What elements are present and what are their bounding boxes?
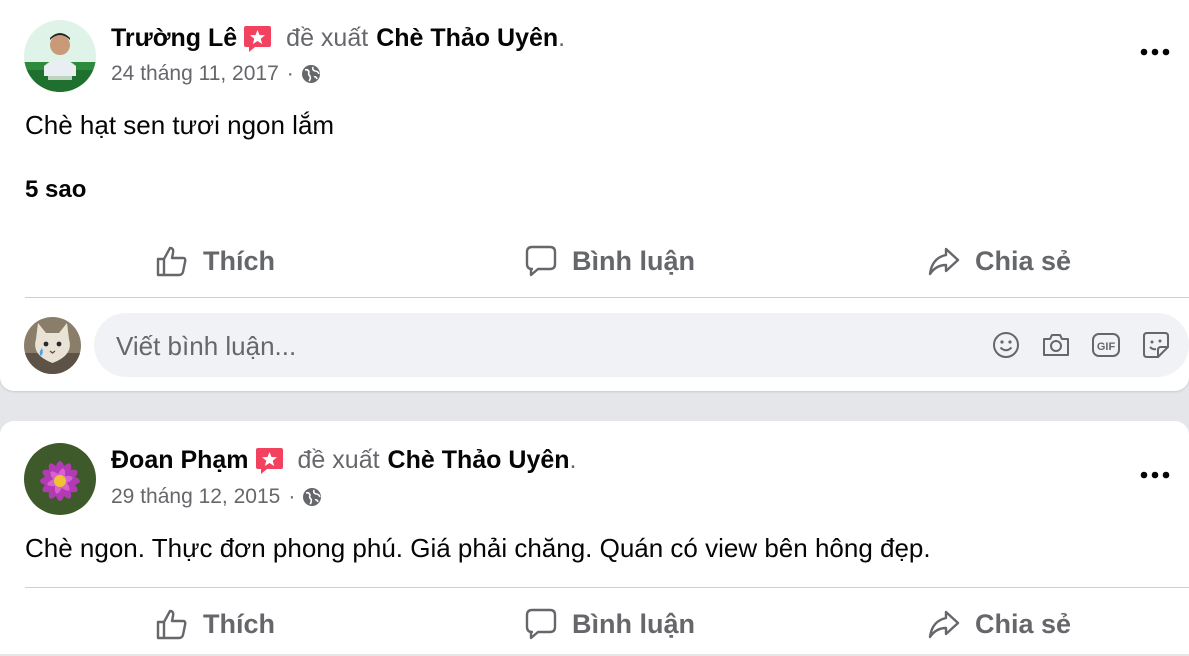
period: . xyxy=(558,23,566,52)
more-options-icon[interactable] xyxy=(1137,460,1173,490)
globe-icon xyxy=(303,488,322,506)
post-date[interactable]: 24 tháng 11, 2017 xyxy=(111,62,279,86)
like-label: Thích xyxy=(203,608,275,639)
comment-label: Bình luận xyxy=(572,608,695,639)
comment-button[interactable]: Bình luận xyxy=(524,229,695,293)
post-meta: 24 tháng 11, 2017 · xyxy=(111,60,321,88)
share-button[interactable]: Chia sẻ xyxy=(927,229,1071,293)
page-name-link[interactable]: Chè Thảo Uyên xyxy=(388,446,570,475)
meta-separator: · xyxy=(288,485,296,508)
post-date[interactable]: 29 tháng 12, 2015 xyxy=(111,485,280,509)
current-user-avatar[interactable] xyxy=(24,317,81,374)
thumbs-up-icon xyxy=(156,246,187,277)
recommend-text: đề xuất xyxy=(297,445,380,474)
sticker-icon[interactable] xyxy=(1140,329,1172,361)
period: . xyxy=(569,445,577,474)
post-body: Chè hạt sen tươi ngon lắm xyxy=(25,110,335,140)
page-name-link[interactable]: Chè Thảo Uyên xyxy=(376,24,558,53)
speech-bubble-icon xyxy=(525,608,557,640)
globe-icon xyxy=(301,65,320,83)
post-header: Đoan Phạm đề xuất Chè Thảo Uyên . xyxy=(111,443,576,477)
author-avatar[interactable] xyxy=(24,20,96,92)
camera-icon[interactable] xyxy=(1040,329,1072,361)
recommend-star-icon xyxy=(243,24,272,53)
post-meta: 29 tháng 12, 2015 · xyxy=(111,483,322,511)
share-arrow-icon xyxy=(928,247,960,276)
gif-icon[interactable]: GIF xyxy=(1090,329,1122,361)
divider xyxy=(25,297,1189,298)
emoji-icon[interactable] xyxy=(990,329,1022,361)
more-options-icon[interactable] xyxy=(1137,37,1173,67)
like-label: Thích xyxy=(203,245,275,276)
svg-text:GIF: GIF xyxy=(1097,341,1116,353)
post-card: Trường Lê đề xuất Chè Thảo Uyên . 24 thá… xyxy=(0,0,1189,391)
share-button[interactable]: Chia sẻ xyxy=(927,592,1071,656)
thumbs-up-icon xyxy=(156,609,187,640)
share-arrow-icon xyxy=(928,610,960,639)
post-header: Trường Lê đề xuất Chè Thảo Uyên . xyxy=(111,21,565,55)
author-name[interactable]: Đoan Phạm xyxy=(111,446,249,475)
comment-label: Bình luận xyxy=(572,245,695,276)
comment-input[interactable] xyxy=(114,313,818,379)
author-avatar[interactable] xyxy=(24,443,96,515)
meta-separator: · xyxy=(286,62,294,85)
divider xyxy=(25,587,1189,588)
rating-text: 5 sao xyxy=(25,176,87,203)
speech-bubble-icon xyxy=(525,245,557,277)
share-label: Chia sẻ xyxy=(975,608,1072,639)
action-bar: Thích Bình luận Chia sẻ xyxy=(25,592,1189,656)
recommend-text: đề xuất xyxy=(286,23,369,52)
post-card: Đoan Phạm đề xuất Chè Thảo Uyên . 29 thá… xyxy=(0,421,1189,654)
comment-box: GIF xyxy=(94,313,1189,379)
comment-button[interactable]: Bình luận xyxy=(524,592,695,656)
author-name[interactable]: Trường Lê xyxy=(111,24,237,53)
like-button[interactable]: Thích xyxy=(155,229,275,293)
post-body: Chè ngon. Thực đơn phong phú. Giá phải c… xyxy=(25,533,931,563)
action-bar: Thích Bình luận Chia sẻ xyxy=(25,229,1189,293)
like-button[interactable]: Thích xyxy=(155,592,275,656)
recommend-star-icon xyxy=(255,446,284,475)
share-label: Chia sẻ xyxy=(975,245,1072,276)
